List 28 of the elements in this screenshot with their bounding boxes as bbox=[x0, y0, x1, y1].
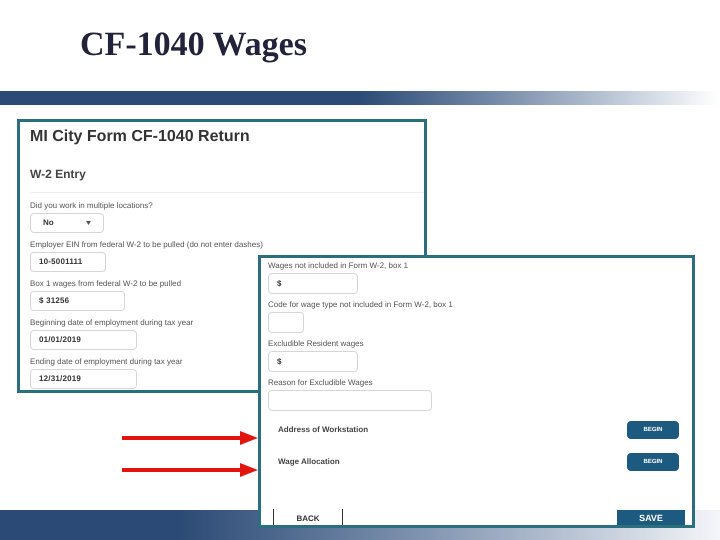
field-label: Reason for Excludible Wages bbox=[268, 378, 373, 387]
field-label: Employer EIN from federal W-2 to be pulled (do not enter dashes) bbox=[30, 240, 263, 249]
field-label: Beginning date of employment during tax year bbox=[30, 318, 194, 327]
arrow-icon bbox=[122, 462, 258, 478]
section-label: Address of Workstation bbox=[278, 424, 368, 436]
field-label: Code for wage type not included in Form W-2, box 1 bbox=[268, 300, 453, 309]
arrow-icon bbox=[122, 430, 258, 446]
save-button[interactable]: SAVE bbox=[617, 510, 685, 525]
caret-icon bbox=[86, 221, 91, 225]
form-title: MI City Form CF-1040 Return bbox=[30, 127, 251, 147]
field-label: Wages not included in Form W-2, box 1 bbox=[268, 261, 408, 270]
input-field[interactable]: 01/01/2019 bbox=[30, 330, 137, 350]
field-label: Box 1 wages from federal W-2 to be pulled bbox=[30, 279, 182, 288]
input-field[interactable] bbox=[268, 312, 304, 333]
field-label: Did you work in multiple locations? bbox=[30, 201, 153, 210]
section-label: Wage Allocation bbox=[278, 456, 340, 468]
input-field[interactable] bbox=[268, 390, 432, 411]
input-field[interactable]: $ 31256 bbox=[30, 291, 125, 311]
input-field[interactable]: $ bbox=[268, 273, 358, 294]
section-title: W-2 Entry bbox=[30, 167, 87, 182]
field-label: Excludible Resident wages bbox=[268, 339, 364, 348]
dropdown[interactable]: No bbox=[30, 213, 104, 233]
back-button[interactable]: BACK bbox=[273, 509, 343, 525]
field-label: Ending date of employment during tax year bbox=[30, 357, 183, 366]
input-field[interactable]: 12/31/2019 bbox=[30, 369, 137, 389]
input-field[interactable]: $ bbox=[268, 351, 358, 372]
slide-title: CF-1040 Wages bbox=[80, 28, 307, 62]
input-field[interactable]: 10-5001111 bbox=[30, 252, 106, 272]
